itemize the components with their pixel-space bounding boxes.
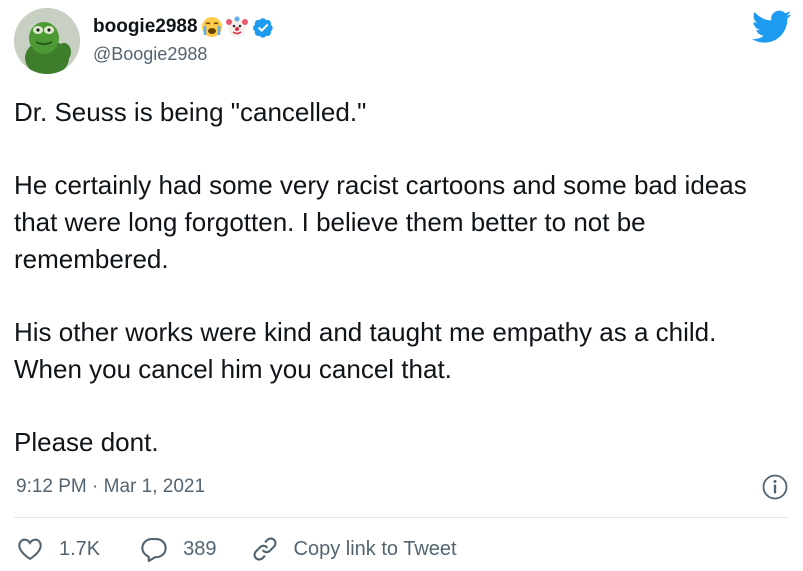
display-name-row: boogie2988	[93, 14, 274, 40]
info-icon[interactable]	[761, 473, 789, 501]
crying-face-emoji-icon	[201, 17, 222, 37]
avatar-image	[14, 8, 80, 74]
divider	[14, 517, 789, 518]
reply-bubble-icon	[141, 538, 167, 563]
tweet-timestamp[interactable]: 9:12 PM · Mar 1, 2021	[16, 476, 205, 498]
twitter-bird-icon[interactable]	[752, 10, 792, 44]
avatar[interactable]	[14, 8, 80, 74]
copy-link-button[interactable]: Copy link to Tweet	[251, 535, 457, 563]
tweet-card: boogie2988 @Boogie2988 Dr. Seuss is bein…	[0, 0, 803, 571]
link-icon	[253, 537, 277, 561]
like-count: 1.7K	[59, 537, 101, 560]
user-handle[interactable]: @Boogie2988	[93, 44, 274, 65]
tweet-paragraph: Dr. Seuss is being "cancelled."	[14, 97, 367, 127]
tweet-text: Dr. Seuss is being "cancelled." He certa…	[14, 94, 789, 461]
heart-icon	[18, 538, 42, 561]
action-bar: 1.7K 389 Copy link to Tweet	[16, 533, 457, 565]
tweet-paragraph: His other works were kind and taught me …	[14, 317, 717, 384]
verified-badge-icon	[252, 17, 273, 38]
like-button[interactable]: 1.7K	[16, 535, 100, 563]
clown-face-emoji-icon	[225, 16, 248, 37]
tweet-paragraph: Please dont.	[14, 427, 159, 457]
reply-button[interactable]: 389	[140, 535, 217, 563]
copy-link-label: Copy link to Tweet	[293, 537, 457, 560]
display-name[interactable]: boogie2988	[93, 16, 198, 38]
author-block: boogie2988 @Boogie2988	[93, 14, 274, 65]
reply-count: 389	[183, 537, 217, 560]
tweet-paragraph: He certainly had some very racist cartoo…	[14, 170, 747, 274]
